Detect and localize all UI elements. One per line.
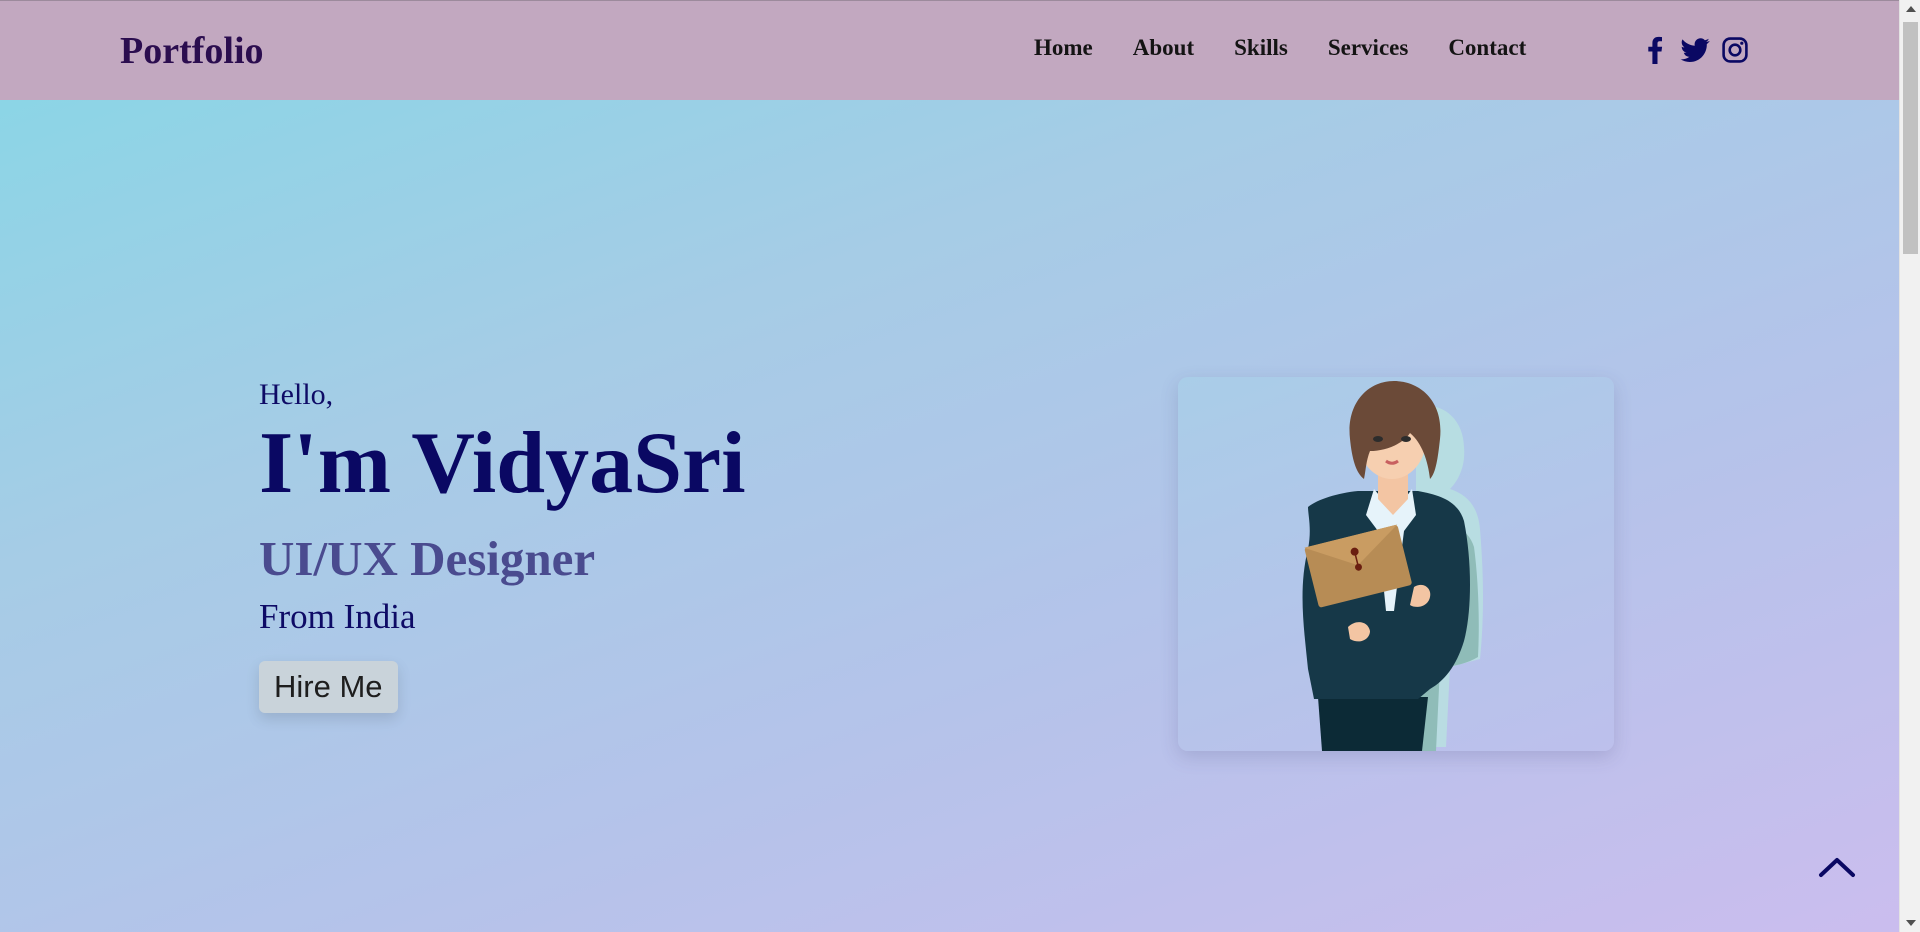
- site-logo[interactable]: Portfolio: [120, 29, 264, 73]
- hero-role: UI/UX Designer: [259, 531, 596, 586]
- twitter-icon[interactable]: [1680, 35, 1710, 65]
- chevron-up-icon: [1819, 858, 1855, 877]
- nav-link-home[interactable]: Home: [1034, 35, 1093, 61]
- page: Portfolio Home About Skills Services Con…: [0, 0, 1899, 932]
- nav-link-services[interactable]: Services: [1328, 35, 1408, 61]
- nav-link-skills[interactable]: Skills: [1234, 35, 1288, 61]
- nav-link-about[interactable]: About: [1133, 35, 1194, 61]
- hero-greeting: Hello,: [259, 378, 334, 411]
- navbar: Portfolio Home About Skills Services Con…: [0, 0, 1899, 100]
- hire-me-button[interactable]: Hire Me: [259, 661, 398, 713]
- scrollbar-thumb[interactable]: [1903, 22, 1918, 254]
- hero-origin: From India: [259, 597, 416, 636]
- instagram-icon[interactable]: [1720, 35, 1750, 65]
- businesswoman-illustration: [1302, 381, 1483, 751]
- hero-intro: Hello, I'm VidyaSri UI/UX Designer From …: [259, 378, 746, 713]
- scroll-to-top-button[interactable]: [1815, 850, 1859, 884]
- vertical-scrollbar[interactable]: [1899, 0, 1920, 932]
- scroll-down-arrow-icon[interactable]: [1906, 920, 1916, 926]
- facebook-icon[interactable]: [1640, 35, 1670, 65]
- nav-link-contact[interactable]: Contact: [1448, 35, 1526, 61]
- main-nav: Home About Skills Services Contact: [1034, 35, 1526, 61]
- social-links: [1640, 35, 1750, 65]
- hero-name: I'm VidyaSri: [259, 415, 746, 512]
- scroll-up-arrow-icon[interactable]: [1906, 6, 1916, 12]
- hero-image-card: [1178, 377, 1614, 751]
